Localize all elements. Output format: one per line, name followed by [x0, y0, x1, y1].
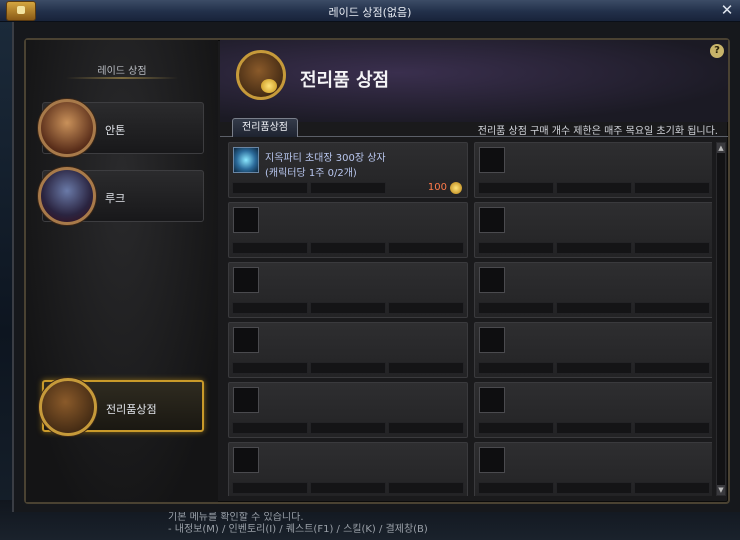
item-info-bars — [478, 182, 710, 194]
empty-slot-icon — [479, 387, 505, 413]
invitation-box-icon — [233, 147, 259, 173]
window-title: 레이드 상점(없음) — [328, 6, 412, 19]
empty-item-slot — [228, 262, 468, 318]
empty-slot-icon — [233, 267, 259, 293]
item-price: 100 — [427, 182, 447, 193]
empty-slot-icon — [233, 387, 259, 413]
anton-portrait-icon — [38, 99, 96, 157]
empty-slot-icon — [479, 327, 505, 353]
loot-bag-icon — [236, 50, 286, 100]
game-hint: 기본 메뉴를 확인할 수 있습니다. - 내정보(M) / 인벤토리(I) / … — [168, 512, 428, 536]
shop-item[interactable]: 지옥파티 초대장 300장 상자 (캐릭터당 1주 0/2개) 100 — [228, 142, 468, 198]
close-button[interactable]: ✕ — [718, 1, 736, 19]
shop-title: 전리품 상점 — [300, 70, 390, 91]
item-info-bars — [478, 482, 710, 494]
item-info-bars — [478, 242, 710, 254]
loot-shop-label: 전리품상점 — [106, 403, 157, 416]
item-info-bars — [232, 242, 464, 254]
coin-icon — [450, 182, 462, 194]
scroll-down-arrow-icon[interactable]: ▼ — [717, 485, 725, 495]
empty-slot-icon — [233, 327, 259, 353]
item-info-bars — [478, 302, 710, 314]
reset-notice: 전리품 상점 구매 개수 제한은 매주 목요일 초기화 됩니다. — [477, 126, 718, 137]
scroll-up-arrow-icon[interactable]: ▲ — [717, 143, 725, 153]
npc-label-luke: 루크 — [105, 192, 126, 205]
empty-slot-icon — [479, 267, 505, 293]
npc-button-luke[interactable]: 루크 — [38, 167, 204, 225]
empty-item-slot — [474, 322, 712, 378]
empty-item-slot — [228, 442, 468, 496]
item-info-bars — [232, 302, 464, 314]
divider — [66, 77, 178, 79]
item-info-bars — [232, 482, 464, 494]
item-info-bars — [478, 422, 710, 434]
luke-portrait-icon — [38, 167, 96, 225]
empty-item-slot — [474, 142, 712, 198]
shop-frame: 레이드 상점 안톤 루크 전리품상점 전리품 상점 ? 전리품상점 전리품 상점… — [24, 38, 730, 504]
tab-loot-shop[interactable]: 전리품상점 — [232, 118, 298, 137]
shop-window: 레이드 상점 안톤 루크 전리품상점 전리품 상점 ? 전리품상점 전리품 상점… — [12, 22, 740, 512]
loot-bag-icon — [39, 378, 97, 436]
npc-panel: 레이드 상점 안톤 루크 전리품상점 — [26, 40, 218, 502]
empty-item-slot — [474, 202, 712, 258]
item-grid: 지옥파티 초대장 300장 상자 (캐릭터당 1주 0/2개) 100 — [228, 142, 712, 496]
npc-button-anton[interactable]: 안톤 — [38, 99, 204, 157]
item-purchase-limit: (캐릭터당 1주 0/2개) — [265, 168, 357, 179]
item-info-bars — [232, 422, 464, 434]
help-button[interactable]: ? — [710, 44, 724, 58]
game-hint-line-1: 기본 메뉴를 확인할 수 있습니다. — [168, 512, 304, 523]
empty-item-slot — [474, 442, 712, 496]
empty-slot-icon — [233, 207, 259, 233]
empty-item-slot — [228, 382, 468, 438]
game-hint-line-2: - 내정보(M) / 인벤토리(I) / 퀘스트(F1) / 스킬(K) / 결… — [168, 524, 428, 535]
empty-item-slot — [474, 262, 712, 318]
item-name: 지옥파티 초대장 300장 상자 — [265, 153, 386, 164]
npc-panel-title: 레이드 상점 — [97, 66, 147, 77]
item-info-bars — [478, 362, 710, 374]
empty-slot-icon — [479, 447, 505, 473]
item-list-scrollbar[interactable]: ▲ ▼ — [716, 142, 726, 496]
empty-slot-icon — [479, 207, 505, 233]
item-info-bars — [232, 362, 464, 374]
npc-label-anton: 안톤 — [105, 124, 126, 137]
shop-header: 전리품 상점 ? — [220, 40, 728, 122]
empty-slot-icon — [479, 147, 505, 173]
empty-item-slot — [228, 202, 468, 258]
title-bar: 레이드 상점(없음) ✕ — [0, 0, 740, 22]
empty-slot-icon — [233, 447, 259, 473]
empty-item-slot — [228, 322, 468, 378]
loot-shop-button[interactable]: 전리품상점 — [39, 378, 204, 436]
empty-item-slot — [474, 382, 712, 438]
